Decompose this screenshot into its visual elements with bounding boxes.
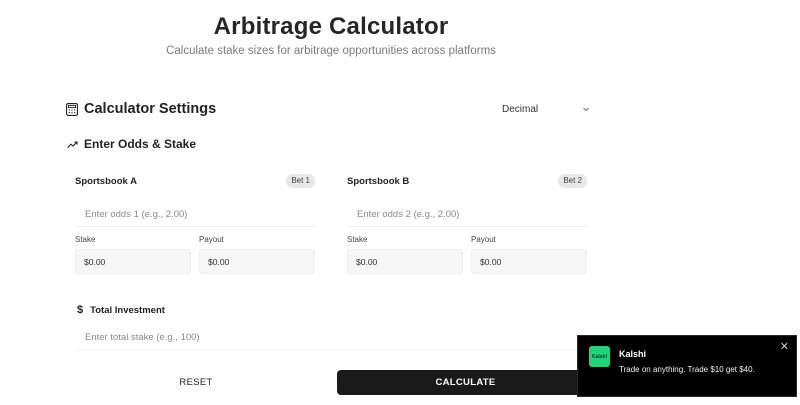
- total-investment-title: Total Investment: [90, 304, 165, 316]
- odds-input-2[interactable]: [347, 203, 587, 227]
- odds-format-value: Decimal: [502, 103, 539, 115]
- stake-value: $0.00: [347, 249, 463, 274]
- ad-text: Trade on anything. Trade $10 get $40.: [619, 365, 755, 374]
- bet-badge: Bet 1: [286, 174, 315, 188]
- total-stake-input[interactable]: [77, 325, 583, 351]
- total-investment-section: $ Total Investment: [77, 303, 583, 351]
- calculate-button[interactable]: CALCULATE: [337, 370, 594, 395]
- kalshi-logo: Kalshi: [589, 346, 610, 367]
- chevron-down-icon: [583, 107, 589, 112]
- stake-label: Stake: [347, 235, 368, 244]
- stake-label: Stake: [75, 235, 96, 244]
- bet-name: Sportsbook B: [347, 175, 410, 187]
- ad-brand: Kalshi: [619, 349, 647, 359]
- odds-section-title: Enter Odds & Stake: [84, 137, 197, 151]
- odds-format-select[interactable]: Decimal: [502, 99, 590, 119]
- dollar-icon: $: [77, 304, 84, 316]
- kalshi-ad-banner[interactable]: Kalshi Kalshi Trade on anything. Trade $…: [577, 335, 797, 397]
- odds-section-header: Enter Odds & Stake: [67, 137, 196, 151]
- page-title: Arbitrage Calculator: [213, 13, 449, 40]
- bet-badge: Bet 2: [558, 174, 587, 188]
- trending-up-icon: [67, 140, 78, 148]
- bet-name: Sportsbook A: [75, 175, 137, 187]
- bet-card-b: Sportsbook B Bet 2 Stake $0.00 Payout $0…: [347, 172, 587, 274]
- page-subtitle: Calculate stake sizes for arbitrage oppo…: [166, 45, 496, 57]
- close-icon[interactable]: ✕: [780, 340, 789, 353]
- payout-value: $0.00: [471, 249, 587, 274]
- odds-input-1[interactable]: [75, 203, 315, 227]
- payout-value: $0.00: [199, 249, 315, 274]
- bet-card-a: Sportsbook A Bet 1 Stake $0.00 Payout $0…: [75, 172, 315, 274]
- stake-value: $0.00: [75, 249, 191, 274]
- payout-label: Payout: [471, 235, 496, 244]
- calculator-settings-header: Calculator Settings Decimal: [66, 99, 590, 119]
- payout-label: Payout: [199, 235, 224, 244]
- calculator-icon: [66, 102, 78, 116]
- reset-button[interactable]: RESET: [77, 370, 315, 395]
- calculator-settings-title: Calculator Settings: [84, 101, 217, 117]
